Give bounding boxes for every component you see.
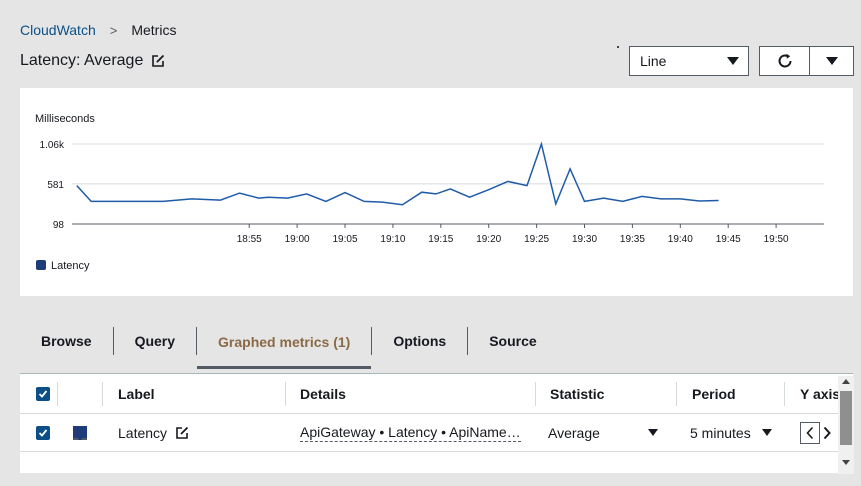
scroll-thumb[interactable]	[840, 391, 852, 445]
x-tick-label: 19:05	[333, 234, 358, 245]
row-select-cell	[36, 414, 50, 451]
tab-source[interactable]: Source	[468, 318, 557, 364]
x-tick-label: 19:15	[428, 234, 453, 245]
graph-title: Latency: Average	[20, 52, 144, 69]
header-statistic[interactable]: Statistic	[550, 374, 604, 413]
yaxis-left-button[interactable]	[800, 421, 820, 444]
period-value: 5 minutes	[690, 424, 751, 441]
latency-series-line	[76, 141, 719, 207]
column-divider	[535, 382, 536, 406]
table-row: Latency ApiGateway • Latency • ApiName… …	[20, 414, 853, 452]
chart-panel: Milliseconds 98 581 1.06k 18:55 19:00 19:05 19:…	[20, 88, 853, 296]
y-tick-label: 581	[47, 180, 64, 191]
x-tick-label: 19:30	[572, 234, 597, 245]
table-scrollbar[interactable]	[838, 376, 854, 474]
refresh-options-dropdown[interactable]	[810, 47, 853, 75]
legend-swatch	[36, 260, 46, 270]
column-divider	[102, 382, 103, 406]
table-header: Label Details Statistic Period Y axis	[20, 374, 853, 414]
x-tick-label: 19:50	[764, 234, 789, 245]
scroll-down-arrow[interactable]	[842, 460, 850, 465]
color-cell	[73, 414, 87, 451]
graph-type-select[interactable]: Line	[629, 46, 749, 76]
tab-options[interactable]: Options	[372, 318, 467, 364]
chevron-left-icon	[806, 426, 814, 439]
header-label[interactable]: Label	[118, 374, 155, 413]
x-tick-label: 19:20	[476, 234, 501, 245]
x-tick-label: 19:35	[620, 234, 645, 245]
x-tick-label: 18:55	[237, 234, 262, 245]
edit-title-icon[interactable]	[151, 54, 165, 68]
metrics-tabs: Browse Query Graphed metrics (1) Options…	[20, 318, 861, 370]
edit-label-icon[interactable]	[175, 426, 189, 440]
yaxis-right-button[interactable]	[820, 422, 834, 444]
metric-details[interactable]: ApiGateway • Latency • ApiName…	[300, 424, 521, 442]
latency-line-chart: Milliseconds 98 581 1.06k 18:55 19:00 19:05 19:…	[35, 113, 824, 272]
chevron-right-icon	[823, 426, 831, 439]
graphed-metrics-table: Label Details Statistic Period Y axis La…	[20, 373, 853, 473]
refresh-icon	[778, 53, 791, 68]
metric-label: Latency	[118, 424, 168, 441]
caret-down-icon	[648, 429, 658, 436]
select-all-cell	[36, 374, 50, 413]
tab-graphed-metrics[interactable]: Graphed metrics (1)	[197, 318, 372, 369]
check-icon	[38, 428, 48, 437]
statistic-value: Average	[548, 424, 600, 441]
details-cell: ApiGateway • Latency • ApiName…	[300, 414, 521, 451]
check-icon	[38, 389, 48, 398]
caret-down-icon	[825, 57, 838, 65]
chevron-down-icon	[727, 57, 739, 65]
column-divider	[784, 382, 785, 406]
column-divider	[57, 382, 58, 406]
x-tick-label: 19:25	[524, 234, 549, 245]
period-select[interactable]: 5 minutes	[690, 414, 772, 451]
statistic-select[interactable]: Average	[548, 414, 658, 451]
tab-browse[interactable]: Browse	[20, 318, 113, 364]
breadcrumb: CloudWatch > Metrics	[20, 22, 176, 38]
x-tick-label: 19:10	[380, 234, 405, 245]
row-checkbox[interactable]	[36, 425, 50, 440]
x-tick-label: 19:00	[285, 234, 310, 245]
header-details[interactable]: Details	[300, 374, 346, 413]
series-color-swatch[interactable]	[73, 425, 87, 440]
separator-dot	[617, 46, 619, 48]
legend-label: Latency	[51, 260, 90, 272]
tab-query[interactable]: Query	[114, 318, 196, 364]
column-divider	[285, 382, 286, 406]
column-divider	[676, 382, 677, 406]
breadcrumb-separator: >	[109, 22, 118, 38]
breadcrumb-cloudwatch-link[interactable]: CloudWatch	[20, 22, 96, 38]
select-all-checkbox[interactable]	[36, 386, 50, 401]
caret-down-icon	[762, 429, 772, 436]
breadcrumb-current: Metrics	[131, 22, 177, 38]
x-tick-label: 19:45	[716, 234, 741, 245]
scroll-up-arrow[interactable]	[842, 379, 850, 384]
refresh-button[interactable]	[760, 47, 810, 75]
y-axis-label: Milliseconds	[35, 113, 95, 125]
y-tick-label: 98	[53, 220, 65, 231]
header-period[interactable]: Period	[692, 374, 736, 413]
header-yaxis[interactable]: Y axis	[800, 374, 840, 413]
x-tick-label: 19:40	[668, 234, 693, 245]
refresh-button-group	[759, 46, 854, 76]
graph-type-value: Line	[640, 53, 667, 69]
yaxis-cell	[800, 414, 834, 451]
y-tick-label: 1.06k	[40, 140, 65, 151]
graph-title-row: Latency: Average	[20, 52, 165, 70]
label-cell: Latency	[118, 414, 189, 451]
